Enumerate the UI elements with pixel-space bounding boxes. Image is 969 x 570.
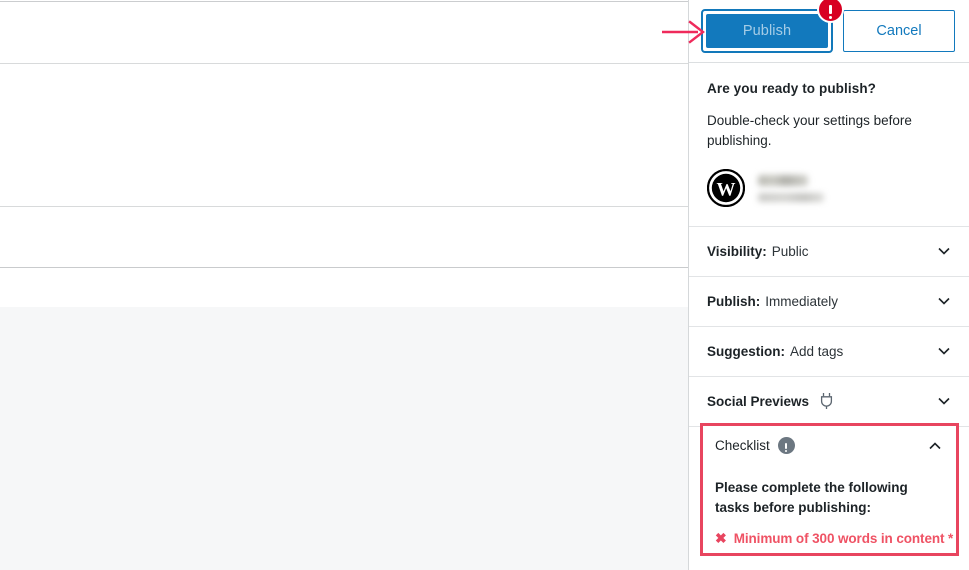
publish-alert-badge-icon bbox=[817, 0, 844, 23]
publish-intro-section: Are you ready to publish? Double-check y… bbox=[689, 63, 969, 227]
checklist-task-label: Minimum of 300 words in content * bbox=[733, 530, 954, 546]
canvas-divider bbox=[0, 206, 688, 207]
setting-label-publish-date: Publish: Immediately bbox=[707, 294, 838, 309]
canvas-divider bbox=[0, 63, 688, 64]
setting-label-suggestion: Suggestion: Add tags bbox=[707, 344, 843, 359]
setting-label-social-previews: Social Previews bbox=[707, 392, 834, 410]
checklist-task-item: ✖ Minimum of 300 words in content * bbox=[715, 529, 953, 546]
setting-value: Add tags bbox=[790, 343, 844, 359]
setting-key: Visibility: bbox=[707, 243, 767, 259]
setting-value: Immediately bbox=[765, 293, 839, 309]
chevron-down-icon[interactable] bbox=[935, 292, 953, 310]
setting-label-visibility: Visibility: Public bbox=[707, 244, 809, 259]
setting-row-suggestion[interactable]: Suggestion: Add tags bbox=[689, 327, 969, 377]
chevron-down-icon[interactable] bbox=[935, 342, 953, 360]
setting-row-social-previews[interactable]: Social Previews bbox=[689, 377, 969, 427]
checklist-panel: Checklist Please complete the following … bbox=[700, 423, 959, 556]
setting-key: Suggestion: bbox=[707, 343, 785, 359]
publish-intro-body: Double-check your settings before publis… bbox=[707, 113, 912, 149]
publish-button-label: Publish bbox=[706, 14, 828, 48]
checklist-instruction: Please complete the following tasks befo… bbox=[715, 480, 908, 515]
info-exclamation-icon[interactable] bbox=[777, 437, 795, 454]
chevron-down-icon[interactable] bbox=[935, 242, 953, 260]
canvas-divider bbox=[0, 1, 688, 2]
setting-key: Social Previews bbox=[707, 393, 810, 409]
setting-row-visibility[interactable]: Visibility: Public bbox=[689, 227, 969, 277]
x-mark-icon: ✖ bbox=[715, 529, 727, 546]
site-url-redacted bbox=[758, 193, 824, 202]
setting-key: Publish: bbox=[707, 293, 761, 309]
checklist-title: Checklist bbox=[715, 438, 770, 453]
publish-button-wrapper: Publish bbox=[701, 0, 844, 53]
panel-header: Publish Cancel bbox=[689, 0, 969, 63]
setting-row-publish-date[interactable]: Publish: Immediately bbox=[689, 277, 969, 327]
cancel-button-label: Cancel bbox=[876, 23, 922, 39]
checklist-title-wrap: Checklist bbox=[715, 437, 795, 454]
site-meta bbox=[758, 173, 824, 202]
plug-icon bbox=[821, 393, 833, 409]
cancel-button[interactable]: Cancel bbox=[843, 10, 955, 52]
checklist-header[interactable]: Checklist bbox=[715, 426, 944, 465]
canvas-divider bbox=[0, 267, 688, 268]
editor-canvas[interactable] bbox=[0, 0, 688, 570]
chevron-up-icon[interactable] bbox=[926, 437, 944, 455]
wordpress-logo-icon: W bbox=[707, 168, 745, 207]
site-name-redacted bbox=[758, 175, 808, 186]
svg-text:W: W bbox=[717, 179, 736, 200]
publish-button[interactable]: Publish bbox=[701, 9, 833, 53]
publish-intro-heading: Are you ready to publish? bbox=[707, 81, 877, 96]
site-summary-row: W bbox=[707, 166, 953, 210]
chevron-down-icon[interactable] bbox=[935, 392, 953, 410]
publish-settings-panel: Publish Cancel Are you ready to publish?… bbox=[688, 0, 969, 570]
setting-value: Public bbox=[771, 243, 809, 259]
canvas-grey-block bbox=[0, 307, 688, 570]
